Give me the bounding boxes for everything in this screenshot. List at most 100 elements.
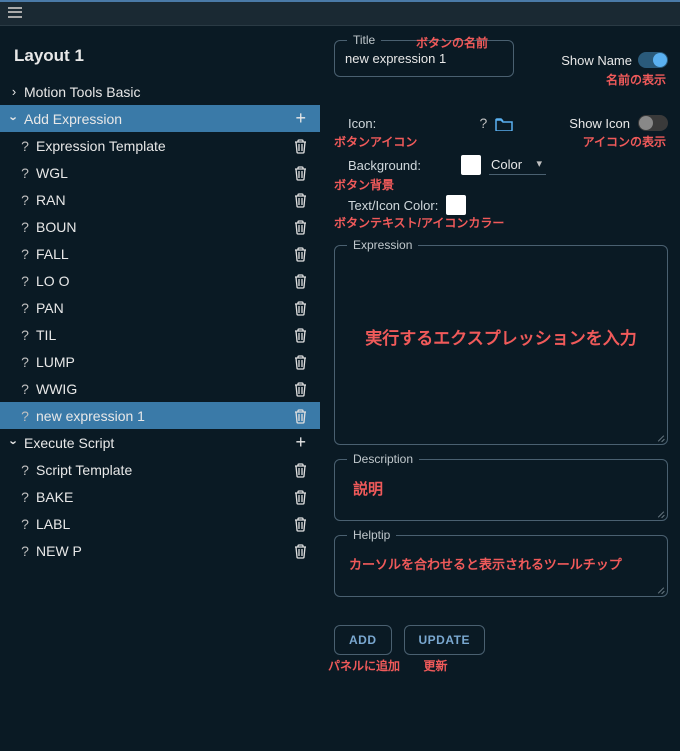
tree-item[interactable]: ?LO O [0, 267, 320, 294]
tree-item[interactable]: ?LUMP [0, 348, 320, 375]
item-label: LUMP [36, 354, 290, 370]
annotation-background: ボタン背景 [334, 176, 394, 193]
annotation-show-name: 名前の表示 [606, 71, 666, 88]
tree-item[interactable]: ?BOUN [0, 213, 320, 240]
background-swatch[interactable] [461, 155, 481, 175]
item-icon: ? [14, 327, 36, 343]
item-label: FALL [36, 246, 290, 262]
expression-label: Expression [347, 238, 418, 252]
tree-item[interactable]: ?LABL [0, 510, 320, 537]
trash-icon[interactable] [290, 380, 310, 397]
trash-icon[interactable] [290, 353, 310, 370]
icon-label: Icon: [334, 116, 394, 131]
item-icon: ? [14, 138, 36, 154]
texticon-swatch[interactable] [446, 195, 466, 215]
tree-item[interactable]: ?PAN [0, 294, 320, 321]
item-label: Script Template [36, 462, 290, 478]
tree-item[interactable]: ?WGL [0, 159, 320, 186]
item-label: Expression Template [36, 138, 290, 154]
item-label: PAN [36, 300, 290, 316]
chevron-right-icon: › [4, 84, 24, 99]
resize-handle[interactable] [655, 584, 665, 594]
item-icon: ? [14, 381, 36, 397]
tree-item[interactable]: ?Script Template [0, 456, 320, 483]
tree-item[interactable]: ?TIL [0, 321, 320, 348]
trash-icon[interactable] [290, 488, 310, 505]
update-button[interactable]: UPDATE [404, 625, 485, 655]
show-name-toggle[interactable] [638, 52, 668, 68]
item-label: WWIG [36, 381, 290, 397]
tree-item[interactable]: ?FALL [0, 240, 320, 267]
section-label: Motion Tools Basic [24, 84, 310, 100]
tree-section-add-expression[interactable]: › Add Expression + [0, 105, 320, 132]
annotation-helptip: カーソルを合わせると表示されるツールチップ [345, 554, 657, 573]
item-label: WGL [36, 165, 290, 181]
item-icon: ? [14, 516, 36, 532]
tree-section-motion-tools[interactable]: › Motion Tools Basic [0, 78, 320, 105]
resize-handle[interactable] [655, 432, 665, 442]
item-icon: ? [14, 354, 36, 370]
item-icon: ? [14, 408, 36, 424]
trash-icon[interactable] [290, 542, 310, 559]
trash-icon[interactable] [290, 515, 310, 532]
annotation-update: 更新 [424, 657, 448, 674]
annotation-show-icon: アイコンの表示 [583, 133, 666, 150]
trash-icon[interactable] [290, 218, 310, 235]
trash-icon[interactable] [290, 191, 310, 208]
tree-item[interactable]: ?new expression 1 [0, 402, 320, 429]
trash-icon[interactable] [290, 326, 310, 343]
tree-item[interactable]: ?RAN [0, 186, 320, 213]
description-field[interactable]: Description 説明 [334, 459, 668, 521]
title-input[interactable] [345, 51, 503, 66]
annotation-icon: ボタンアイコン [334, 133, 417, 150]
item-icon: ? [14, 489, 36, 505]
background-label: Background: [334, 158, 421, 173]
annotation-texticon: ボタンテキスト/アイコンカラー [334, 214, 504, 231]
tree-item[interactable]: ?Expression Template [0, 132, 320, 159]
item-icon: ? [14, 219, 36, 235]
item-icon: ? [14, 543, 36, 559]
add-icon[interactable]: + [291, 108, 310, 129]
add-icon[interactable]: + [291, 432, 310, 453]
annotation-add: パネルに追加 [328, 657, 400, 674]
helptip-field[interactable]: Helptip カーソルを合わせると表示されるツールチップ [334, 535, 668, 597]
annotation-description: 説明 [345, 478, 657, 499]
resize-handle[interactable] [655, 508, 665, 518]
expression-field[interactable]: Expression 実行するエクスプレッションを入力 [334, 245, 668, 445]
add-button[interactable]: ADD [334, 625, 392, 655]
item-label: RAN [36, 192, 290, 208]
item-label: LABL [36, 516, 290, 532]
item-label: new expression 1 [36, 408, 290, 424]
trash-icon[interactable] [290, 245, 310, 262]
item-icon: ? [14, 165, 36, 181]
layout-title: Layout 1 [0, 40, 320, 78]
top-bar [0, 0, 680, 26]
item-icon: ? [14, 273, 36, 289]
show-name-label: Show Name [561, 53, 632, 68]
tree-section-execute-script[interactable]: › Execute Script + [0, 429, 320, 456]
trash-icon[interactable] [290, 137, 310, 154]
tree-item[interactable]: ?NEW P [0, 537, 320, 564]
trash-icon[interactable] [290, 407, 310, 424]
details-panel: Title ボタンの名前 Show Name 名前の表示 Icon: ? Sho… [320, 26, 680, 751]
item-icon: ? [14, 246, 36, 262]
menu-icon[interactable] [8, 6, 22, 20]
folder-icon[interactable] [495, 115, 513, 131]
item-icon: ? [14, 192, 36, 208]
chevron-down-icon: › [7, 109, 22, 129]
item-label: NEW P [36, 543, 290, 559]
trash-icon[interactable] [290, 164, 310, 181]
helptip-label: Helptip [347, 528, 396, 542]
tree-item[interactable]: ?WWIG [0, 375, 320, 402]
item-label: TIL [36, 327, 290, 343]
show-icon-toggle[interactable] [638, 115, 668, 131]
color-mode-select[interactable]: Color [489, 155, 546, 175]
trash-icon[interactable] [290, 461, 310, 478]
section-label: Execute Script [24, 435, 291, 451]
description-label: Description [347, 452, 419, 466]
trash-icon[interactable] [290, 299, 310, 316]
section-label: Add Expression [24, 111, 291, 127]
sidebar: Layout 1 › Motion Tools Basic › Add Expr… [0, 26, 320, 751]
tree-item[interactable]: ?BAKE [0, 483, 320, 510]
trash-icon[interactable] [290, 272, 310, 289]
